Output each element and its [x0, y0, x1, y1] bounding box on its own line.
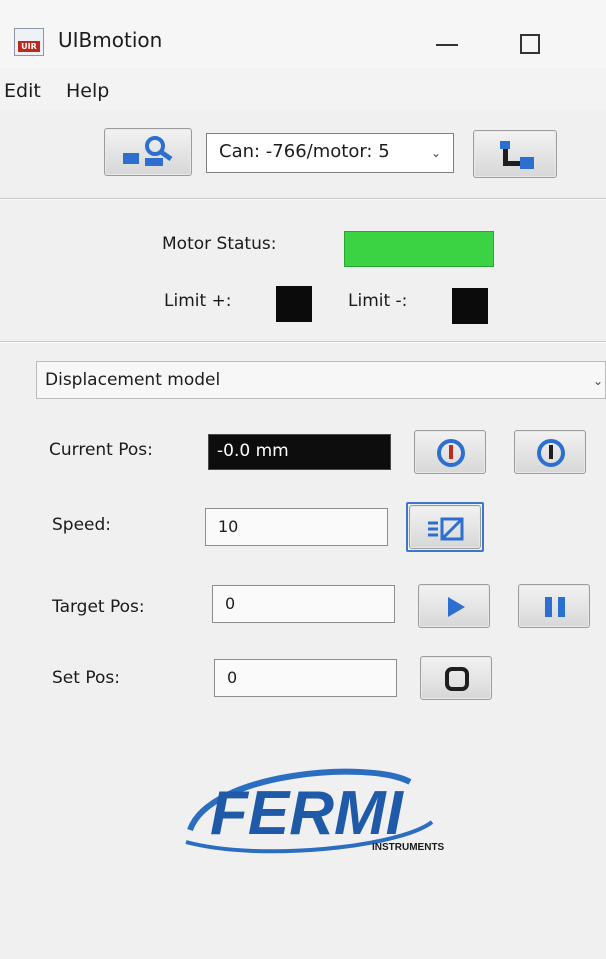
apply-icon [428, 517, 464, 541]
target-pos-value: 0 [225, 594, 236, 613]
minimize-icon[interactable] [436, 44, 458, 46]
set-pos-value: 0 [227, 668, 238, 687]
limit-plus-label: Limit +: [164, 291, 232, 311]
limit-plus-indicator [276, 286, 312, 322]
play-icon [448, 597, 465, 617]
run-button[interactable] [418, 584, 490, 628]
divider [0, 198, 606, 200]
speed-value: 10 [218, 517, 239, 536]
current-pos-label: Current Pos: [49, 440, 153, 460]
search-device-button[interactable] [104, 128, 192, 176]
set-pos-input[interactable]: 0 [214, 659, 397, 697]
limit-minus-label: Limit -: [348, 291, 408, 311]
chevron-down-icon: ⌄ [431, 146, 442, 160]
logo-wordmark: FERMI [210, 779, 405, 848]
speed-label: Speed: [52, 515, 112, 535]
connect-button[interactable] [473, 130, 557, 178]
zero-icon [537, 439, 565, 467]
connect-icon [500, 141, 534, 169]
stop-button[interactable] [420, 656, 492, 700]
maximize-icon[interactable] [520, 34, 540, 54]
motor-status-label: Motor Status: [162, 234, 277, 254]
target-pos-label: Target Pos: [52, 597, 145, 617]
current-pos-value: -0.0 mm [217, 441, 289, 461]
chevron-down-icon: ⌄ [592, 374, 603, 388]
set-pos-label: Set Pos: [52, 668, 120, 688]
mode-select-value: Displacement model [45, 370, 221, 390]
app-icon-badge: UIR [18, 41, 40, 52]
fermi-logo: FERMI INSTRUMENTS [170, 752, 470, 872]
apply-speed-button[interactable] [409, 505, 481, 549]
pause-button[interactable] [518, 584, 590, 628]
device-select-value: Can: -766/motor: 5 [219, 141, 390, 162]
menu-help[interactable]: Help [66, 80, 109, 102]
pause-icon [545, 597, 565, 617]
home-icon [437, 439, 465, 467]
limit-minus-indicator [452, 288, 488, 324]
menu-edit[interactable]: Edit [4, 80, 41, 102]
speed-input[interactable]: 10 [205, 508, 388, 546]
logo-subtitle: INSTRUMENTS [372, 842, 445, 853]
motor-status-indicator [344, 231, 494, 267]
zero-button[interactable] [514, 430, 586, 474]
mode-select[interactable]: Displacement model ⌄ [36, 361, 606, 399]
target-pos-input[interactable]: 0 [212, 585, 395, 623]
stop-icon [445, 667, 469, 691]
window-title: UIBmotion [58, 28, 163, 52]
divider [0, 341, 606, 343]
current-pos-display: -0.0 mm [208, 434, 391, 470]
device-select[interactable]: Can: -766/motor: 5 ⌄ [206, 133, 454, 173]
app-icon: UIR [14, 28, 44, 56]
search-device-icon [123, 136, 173, 166]
fermi-logo-graphic: FERMI INSTRUMENTS [185, 768, 445, 854]
home-button[interactable] [414, 430, 486, 474]
